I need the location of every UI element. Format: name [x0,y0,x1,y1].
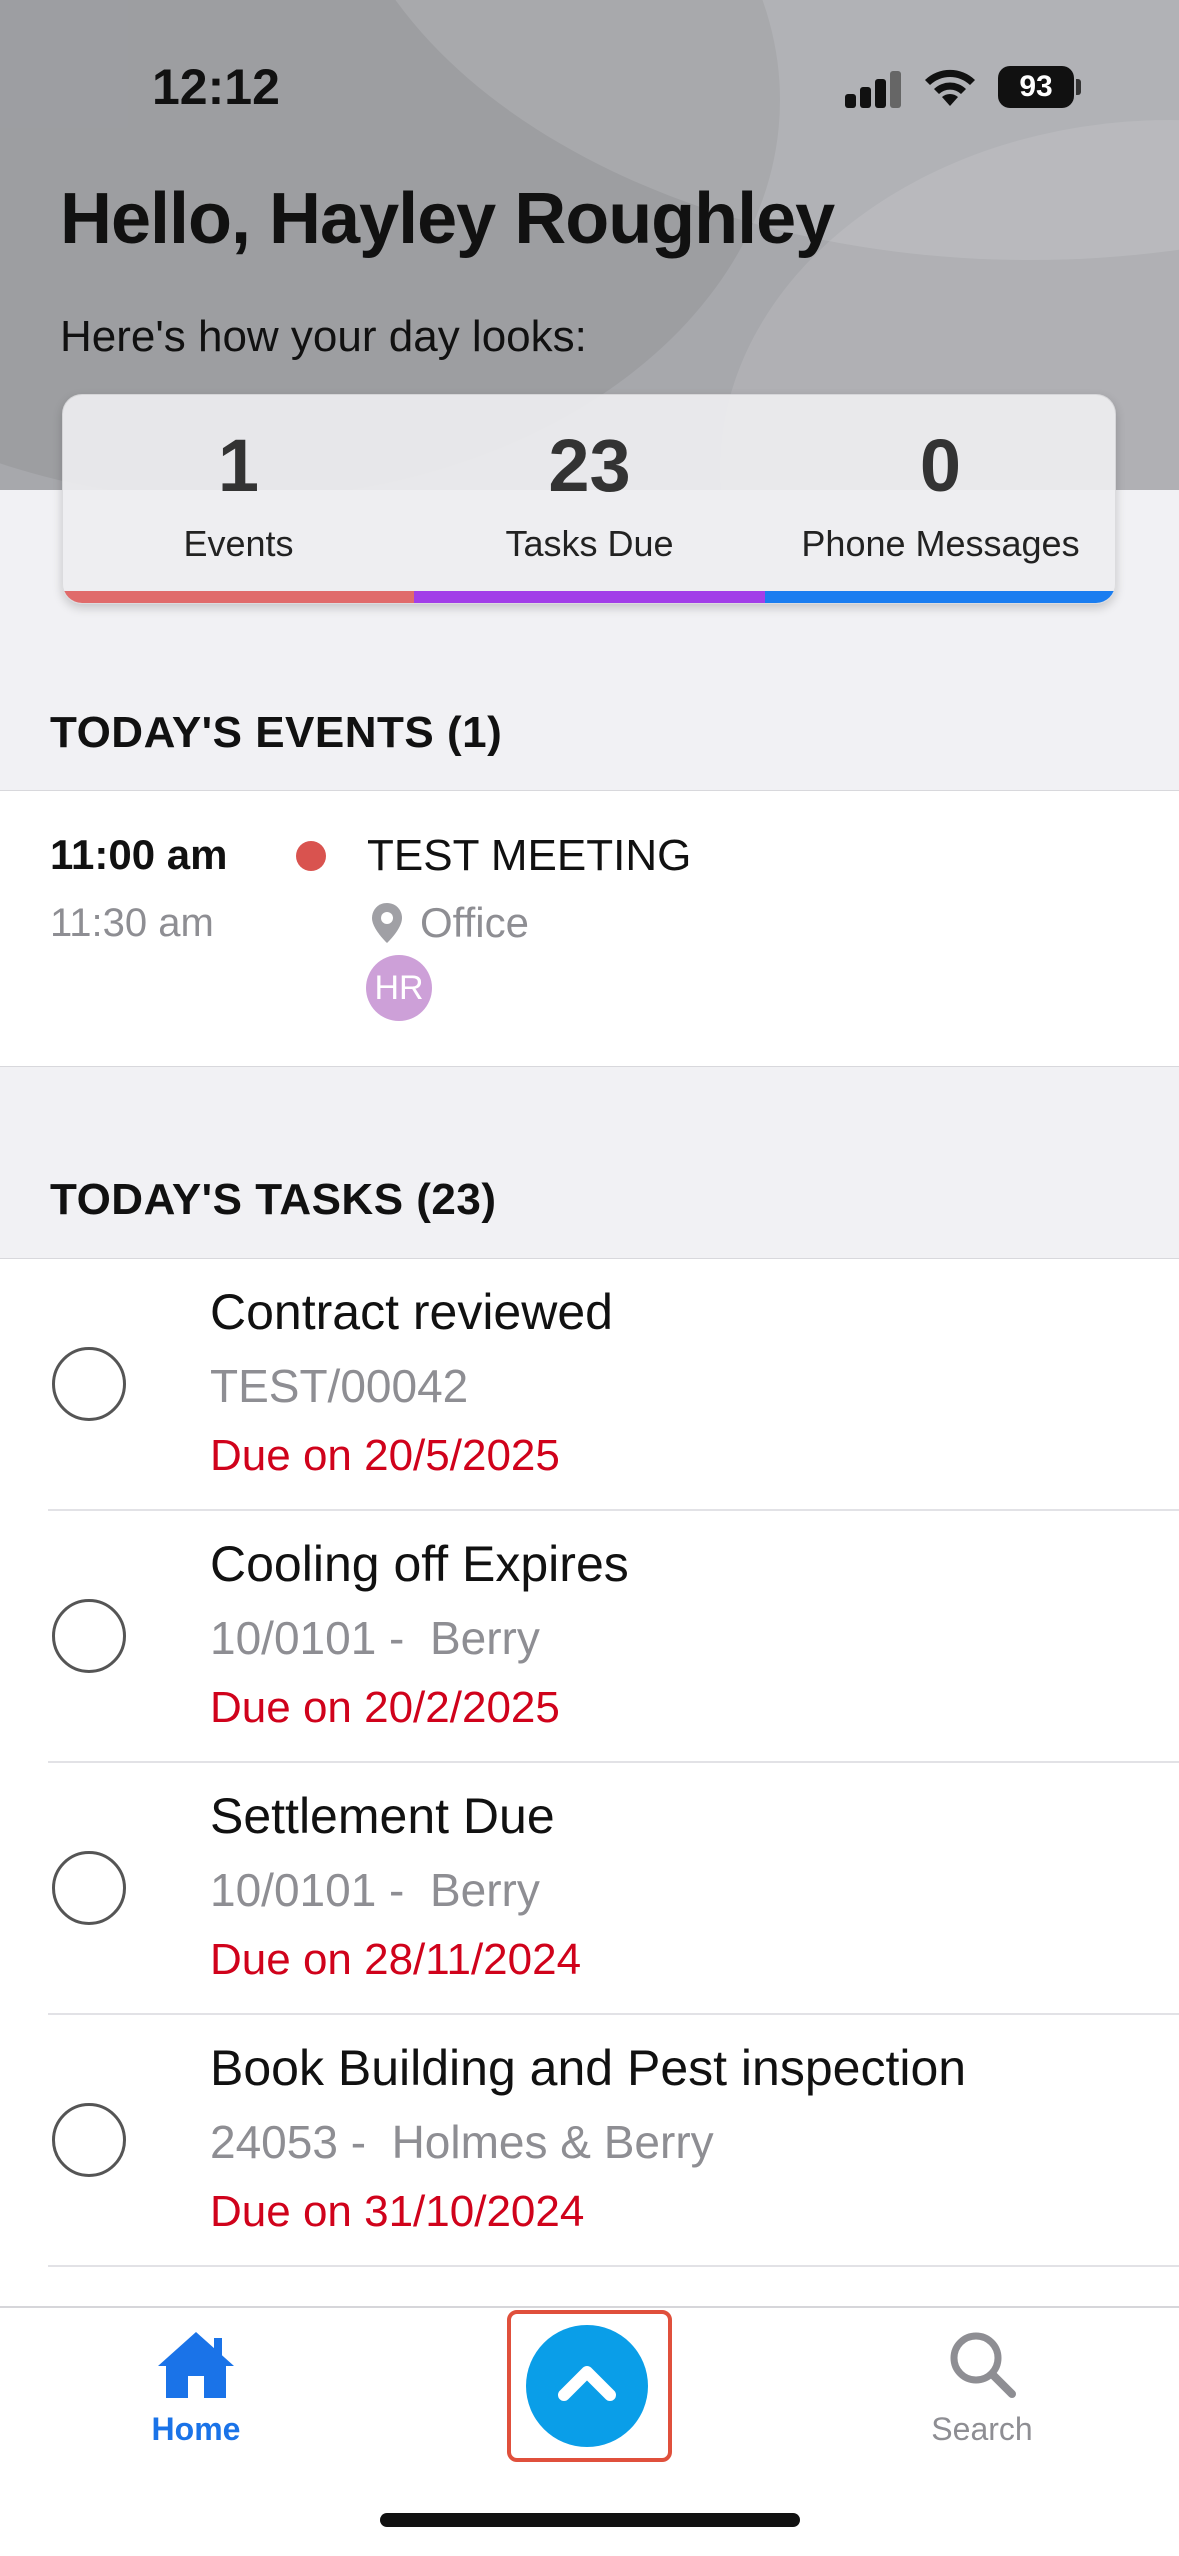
chevron-up-icon [558,2366,616,2401]
event-location: Office [420,899,529,946]
task-reference: TEST/00042 [210,1360,469,1412]
tab-search[interactable]: Search [882,2328,1082,2448]
phone-messages-color-bar [765,591,1115,603]
status-time: 12:12 [152,59,280,115]
tab-home-label: Home [151,2411,241,2447]
tasks-due-count: 23 [548,424,631,507]
task-row[interactable]: Cooling off Expires 10/0101 - Berry Due … [0,1511,1179,1763]
events-section-title: TODAY'S EVENTS (1) [50,708,503,757]
task-due-date: Due on 20/5/2025 [210,1431,560,1480]
task-reference: 24053 - Holmes & Berry [210,2116,714,2168]
task-due-date: Due on 28/11/2024 [210,1935,582,1984]
task-due-date: Due on 20/2/2025 [210,1683,560,1732]
phone-messages-stat[interactable]: 0 Phone Messages [765,395,1115,591]
home-indicator [380,2513,800,2527]
greeting-subtitle: Here's how your day looks: [60,312,587,361]
event-end-time: 11:30 am [50,901,214,945]
task-reference: 10/0101 - Berry [210,1612,540,1664]
task-complete-checkbox[interactable] [52,2103,126,2177]
greeting-title: Hello, Hayley Roughley [60,179,835,259]
cellular-signal-icon [845,70,903,108]
task-title: Cooling off Expires [210,1536,629,1592]
task-row[interactable]: Settlement Due 10/0101 - Berry Due on 28… [0,1763,1179,2015]
search-icon [950,2332,1016,2398]
task-reference: 10/0101 - Berry [210,1864,540,1916]
events-count: 1 [217,424,260,507]
quick-actions-button[interactable] [526,2325,648,2447]
task-row[interactable]: Book Building and Pest inspection 24053 … [0,2015,1179,2267]
event-item[interactable]: 11:00 am 11:30 am TEST MEETING Office HR [0,790,1179,1067]
task-title: Settlement Due [210,1788,555,1844]
event-title: TEST MEETING [367,831,692,880]
battery-icon: 93 [998,66,1074,108]
events-color-bar [63,591,414,603]
day-summary-card: 1 Events 23 Tasks Due 0 Phone Messages [62,394,1116,604]
event-color-dot [296,841,326,871]
tasks-due-label: Tasks Due [505,523,674,564]
status-bar: 12:12 93 [0,0,1179,170]
phone-messages-count: 0 [919,424,962,507]
task-row[interactable]: Contract reviewed TEST/00042 Due on 20/5… [0,1259,1179,1511]
battery-tip [1076,79,1081,95]
tasks-due-stat[interactable]: 23 Tasks Due [414,395,765,591]
attendee-avatar: HR [366,955,432,1021]
tasks-due-color-bar [414,591,765,603]
home-icon [158,2332,234,2398]
events-label: Events [183,523,294,564]
tab-search-label: Search [931,2411,1033,2447]
event-start-time: 11:00 am [50,831,228,878]
task-list: Contract reviewed TEST/00042 Due on 20/5… [0,1258,1179,2308]
tab-home[interactable]: Home [96,2328,296,2448]
location-pin-icon [372,903,402,943]
task-complete-checkbox[interactable] [52,1347,126,1421]
phone-messages-label: Phone Messages [801,523,1080,564]
task-due-date: Due on 31/10/2024 [210,2187,585,2236]
events-stat[interactable]: 1 Events [63,395,414,591]
wifi-icon [925,69,975,106]
row-divider [48,2265,1179,2267]
task-title: Book Building and Pest inspection [210,2040,967,2096]
task-complete-checkbox[interactable] [52,1851,126,1925]
task-title: Contract reviewed [210,1284,613,1340]
tasks-section-title: TODAY'S TASKS (23) [50,1175,497,1224]
task-complete-checkbox[interactable] [52,1599,126,1673]
